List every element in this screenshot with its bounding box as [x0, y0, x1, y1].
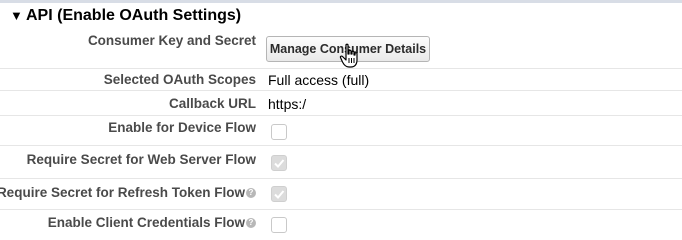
row-secret-web-server: Require Secret for Web Server Flow	[0, 146, 682, 179]
device-flow-checkbox[interactable]	[271, 124, 287, 140]
client-credentials-checkbox[interactable]	[271, 217, 287, 233]
row-oauth-scopes: Selected OAuth Scopes Full access (full)	[0, 69, 682, 91]
row-callback-url: Callback URL https:/	[0, 91, 682, 116]
row-client-credentials: Enable Client Credentials Flow ?	[0, 210, 682, 239]
row-secret-refresh-token: Require Secret for Refresh Token Flow ?	[0, 179, 682, 210]
secret-web-server-label: Require Secret for Web Server Flow	[26, 152, 256, 167]
hand-pointer-icon	[339, 43, 358, 68]
consumer-key-label: Consumer Key and Secret	[87, 33, 256, 48]
checkmark-icon	[274, 190, 285, 199]
help-icon[interactable]: ?	[246, 217, 256, 228]
triangle-down-icon[interactable]: ▼	[10, 8, 23, 23]
client-credentials-label: Enable Client Credentials Flow ?	[48, 215, 256, 230]
device-flow-label: Enable for Device Flow	[108, 120, 256, 135]
oauth-scopes-label: Selected OAuth Scopes	[103, 72, 256, 87]
row-device-flow: Enable for Device Flow	[0, 116, 682, 146]
client-credentials-label-text: Enable Client Credentials Flow	[47, 215, 245, 230]
secret-web-server-checkbox[interactable]	[271, 155, 287, 171]
secret-refresh-token-label-text: Require Secret for Refresh Token Flow	[0, 185, 245, 200]
help-icon[interactable]: ?	[246, 187, 256, 198]
callback-url-label: Callback URL	[168, 96, 256, 111]
secret-refresh-token-label: Require Secret for Refresh Token Flow ?	[0, 185, 256, 200]
checkmark-icon	[274, 159, 285, 168]
oauth-scopes-value: Full access (full)	[268, 72, 370, 88]
callback-url-value: https:/	[268, 96, 307, 112]
section-title: API (Enable OAuth Settings)	[26, 6, 242, 24]
section-header[interactable]: ▼ API (Enable OAuth Settings)	[0, 3, 682, 28]
secret-refresh-token-checkbox[interactable]	[271, 186, 287, 202]
